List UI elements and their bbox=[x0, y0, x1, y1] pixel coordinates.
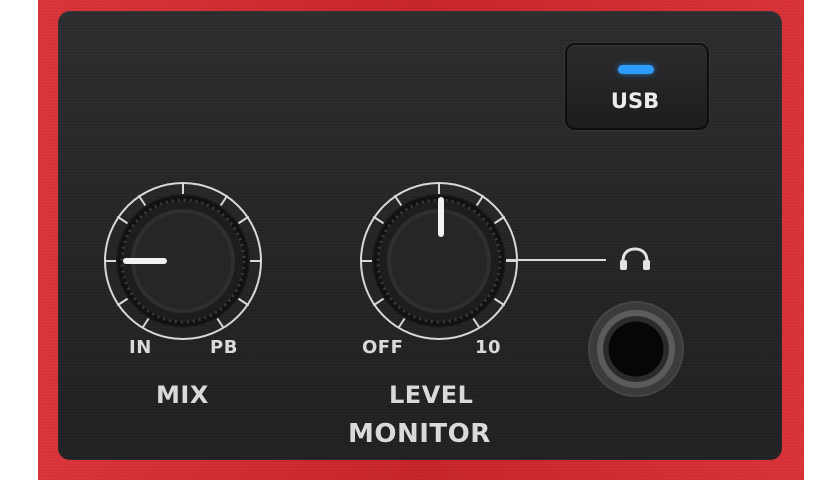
headphone-connector-line bbox=[506, 259, 606, 261]
mix-knob-dial bbox=[104, 182, 262, 340]
audio-interface-screenshot: USB IN PB MIX OFF 10 LEVEL MONITOR bbox=[0, 0, 840, 480]
mix-min-label: IN bbox=[129, 337, 152, 358]
level-min-label: OFF bbox=[362, 337, 404, 358]
mix-knob[interactable] bbox=[98, 176, 268, 346]
level-title: LEVEL bbox=[389, 381, 474, 409]
level-knob[interactable] bbox=[354, 176, 524, 346]
usb-button[interactable]: USB bbox=[565, 43, 709, 130]
usb-label: USB bbox=[610, 89, 660, 113]
mix-title: MIX bbox=[156, 381, 209, 409]
audio-jack-icon[interactable] bbox=[588, 301, 684, 397]
monitor-title: MONITOR bbox=[348, 419, 491, 449]
level-knob-dial bbox=[360, 182, 518, 340]
headphones-icon bbox=[620, 247, 650, 270]
mix-max-label: PB bbox=[210, 337, 238, 358]
usb-status-led bbox=[618, 65, 654, 74]
level-max-label: 10 bbox=[475, 337, 502, 358]
